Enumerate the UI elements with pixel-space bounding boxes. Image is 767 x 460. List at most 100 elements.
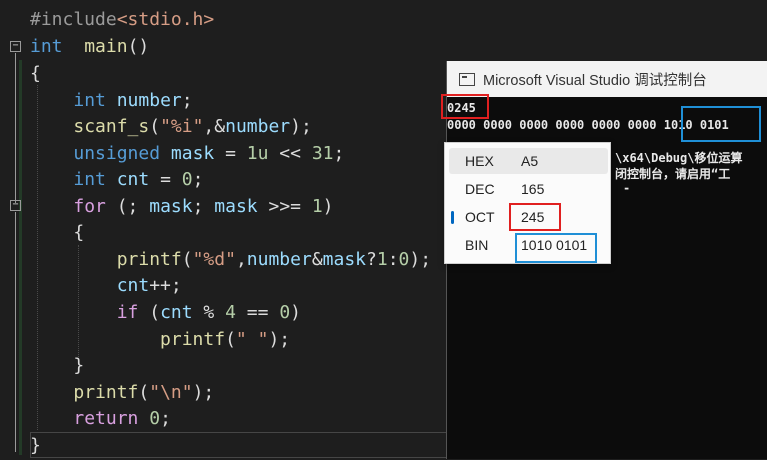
code-token: int: [73, 169, 106, 190]
code-line[interactable]: int number;: [30, 88, 193, 114]
code-line[interactable]: scanf_s("%i",&number);: [30, 114, 312, 140]
code-token: 4: [225, 302, 236, 323]
code-token: "\n": [149, 382, 193, 403]
console-title: Microsoft Visual Studio 调试控制台: [483, 72, 707, 89]
code-token: }: [30, 355, 85, 376]
code-line[interactable]: printf("\n");: [30, 380, 214, 406]
code-token: }: [30, 435, 41, 456]
code-token: ;: [160, 408, 171, 429]
code-token: (: [138, 382, 150, 403]
code-token: 0: [181, 169, 193, 190]
code-token: <stdio.h>: [116, 9, 215, 30]
code-token: <<: [268, 143, 312, 164]
code-token: 31: [311, 143, 334, 164]
code-line[interactable]: for (; mask; mask >>= 1): [30, 194, 333, 220]
bin-highlight-box: [515, 233, 597, 263]
code-line[interactable]: cnt++;: [30, 273, 182, 299]
input-highlight-box: [441, 94, 489, 119]
code-line[interactable]: int main(): [30, 34, 149, 60]
console-app-icon: [459, 72, 475, 86]
code-token: number: [246, 249, 312, 270]
hex-row[interactable]: HEX A5: [449, 148, 608, 174]
dec-label: DEC: [465, 181, 495, 197]
code-line[interactable]: }: [30, 433, 41, 459]
code-token: int: [73, 90, 106, 111]
code-token: number: [225, 116, 291, 137]
code-token: mask: [214, 196, 258, 217]
current-line-highlight: [30, 432, 450, 458]
code-token: (: [225, 329, 236, 350]
dec-row[interactable]: DEC 165: [449, 176, 608, 202]
code-token: (): [127, 36, 150, 57]
code-token: {: [30, 63, 41, 84]
code-token: ): [290, 302, 301, 323]
code-line[interactable]: #include<stdio.h>: [30, 7, 214, 33]
code-token: (;: [105, 196, 150, 217]
fold-guide: [15, 53, 16, 203]
oct-highlight-box: [509, 203, 561, 231]
selected-indicator: [451, 211, 454, 224]
code-token: );: [409, 249, 432, 270]
code-token: ==: [235, 302, 280, 323]
collapse-main-icon[interactable]: −: [10, 41, 21, 52]
code-token: return: [73, 408, 139, 429]
code-line[interactable]: {: [30, 61, 41, 87]
code-token: mask: [149, 196, 193, 217]
code-token: cnt: [160, 302, 193, 323]
code-token: );: [290, 116, 312, 137]
dec-value: 165: [521, 181, 545, 197]
code-token: printf: [73, 382, 139, 403]
code-line[interactable]: {: [30, 220, 84, 246]
oct-label: OCT: [465, 209, 495, 225]
code-token: "%i": [160, 116, 204, 137]
code-line[interactable]: return 0;: [30, 406, 171, 432]
code-token: printf: [116, 249, 182, 270]
code-token: int: [30, 36, 63, 57]
code-token: cnt: [116, 275, 150, 296]
code-token: printf: [160, 329, 226, 350]
code-token: #include: [30, 9, 117, 30]
code-token: scanf_s: [73, 116, 150, 137]
code-line[interactable]: int cnt = 0;: [30, 167, 203, 193]
code-token: "%d": [192, 249, 236, 270]
code-token: (: [138, 302, 161, 323]
code-token: &: [311, 249, 323, 270]
console-hint-line: 闭控制台，请启用“工: [615, 167, 731, 181]
code-line[interactable]: if (cnt % 4 == 0): [30, 300, 301, 326]
code-token: 0: [398, 249, 410, 270]
code-token: 1: [376, 249, 388, 270]
code-token: =: [149, 169, 182, 190]
calculator-conversion-panel: HEX A5 DEC 165 OCT 245 BIN 1010 0101: [444, 142, 611, 264]
console-titlebar[interactable]: Microsoft Visual Studio 调试控制台: [447, 61, 767, 97]
console-cursor: -: [623, 181, 631, 195]
code-token: ++;: [149, 275, 182, 296]
code-token: {: [30, 222, 85, 243]
code-token: unsigned: [73, 143, 161, 164]
collapse-for-icon[interactable]: −: [10, 200, 21, 211]
code-token: ;: [181, 90, 193, 111]
code-line[interactable]: }: [30, 353, 84, 379]
code-token: >>=: [257, 196, 312, 217]
code-line[interactable]: printf(" ");: [30, 327, 290, 353]
code-token: (: [181, 249, 193, 270]
code-token: mask: [170, 143, 215, 164]
code-token: ?: [366, 249, 377, 270]
code-token: =: [214, 143, 247, 164]
code-token: ;: [192, 196, 215, 217]
code-line[interactable]: unsigned mask = 1u << 31;: [30, 141, 344, 167]
code-token: for: [73, 196, 106, 217]
output-bits-highlight-box: [681, 106, 761, 142]
code-line[interactable]: printf("%d",number&mask?1:0);: [30, 247, 431, 273]
code-token: );: [192, 382, 215, 403]
